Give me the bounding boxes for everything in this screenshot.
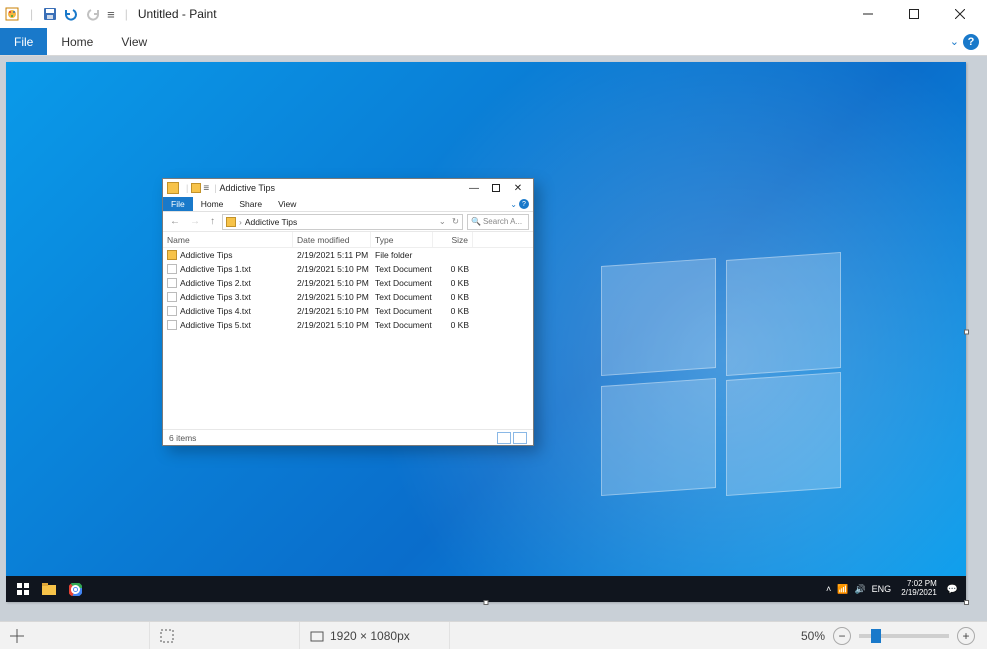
folder-icon — [191, 183, 201, 193]
tab-view[interactable]: View — [107, 28, 161, 55]
explorer-maximize-button[interactable] — [485, 180, 507, 196]
zoom-slider[interactable] — [859, 634, 949, 638]
qat-separator: | — [30, 7, 33, 21]
file-row[interactable]: Addictive Tips 3.txt2/19/2021 5:10 PMTex… — [163, 290, 533, 304]
tab-home[interactable]: Home — [47, 28, 107, 55]
cursor-position — [0, 622, 150, 649]
tray-clock[interactable]: 7:02 PM 2/19/2021 — [897, 580, 941, 598]
canvas-resize-handle[interactable] — [484, 600, 489, 605]
zoom-in-button[interactable]: + — [957, 627, 975, 645]
text-file-icon — [167, 320, 177, 330]
tray-language[interactable]: ENG — [872, 584, 892, 594]
tray-network-icon[interactable]: 📶 — [837, 584, 848, 595]
save-icon[interactable] — [43, 7, 57, 21]
paint-statusbar: 1920 × 1080px 50% − + — [0, 621, 987, 649]
zoom-level: 50% — [801, 629, 825, 643]
text-file-icon — [167, 264, 177, 274]
explorer-address-bar: ← → ↑ › Addictive Tips ⌄ ↻ 🔍 — [163, 212, 533, 232]
taskbar-chrome-icon[interactable] — [62, 576, 88, 602]
breadcrumb[interactable]: Addictive Tips — [245, 217, 297, 227]
window-title: Untitled - Paint — [138, 7, 217, 21]
paint-canvas[interactable]: | ≡ | Addictive Tips — ✕ File — [6, 62, 966, 602]
maximize-button[interactable] — [891, 0, 937, 28]
screenshot-desktop: | ≡ | Addictive Tips — ✕ File — [6, 62, 966, 602]
file-row[interactable]: Addictive Tips 2.txt2/19/2021 5:10 PMTex… — [163, 276, 533, 290]
folder-icon — [167, 182, 179, 194]
address-field[interactable]: › Addictive Tips ⌄ ↻ — [222, 214, 463, 230]
canvas-size: 1920 × 1080px — [300, 622, 450, 649]
column-name[interactable]: Name — [163, 232, 293, 247]
paint-app-icon — [4, 6, 20, 22]
file-row[interactable]: Addictive Tips 5.txt2/19/2021 5:10 PMTex… — [163, 318, 533, 332]
chevron-down-icon[interactable]: ⌄ — [510, 200, 517, 209]
text-file-icon — [167, 292, 177, 302]
explorer-tab-view[interactable]: View — [270, 197, 304, 211]
ribbon-collapse-icon[interactable]: ⌄ — [950, 35, 959, 48]
explorer-tab-file[interactable]: File — [163, 197, 193, 211]
explorer-ribbon: File Home Share View ⌄ ? — [163, 197, 533, 212]
paint-titlebar: | ≡ | Untitled - Paint — [0, 0, 987, 28]
tab-file[interactable]: File — [0, 28, 47, 55]
folder-icon — [167, 250, 177, 260]
tray-chevron-icon[interactable]: ˄ — [826, 584, 831, 594]
start-button[interactable] — [10, 576, 36, 602]
explorer-body: Addictive Tips2/19/2021 5:11 PMFile fold… — [163, 248, 533, 429]
windows-logo — [601, 262, 841, 492]
tray-notifications-icon[interactable]: 💬 — [947, 584, 958, 595]
tray-volume-icon[interactable]: 🔊 — [854, 584, 865, 595]
folder-icon — [226, 217, 236, 227]
qat-separator: | — [125, 7, 128, 21]
undo-icon[interactable] — [63, 7, 79, 21]
file-row[interactable]: Addictive Tips 1.txt2/19/2021 5:10 PMTex… — [163, 262, 533, 276]
explorer-titlebar: | ≡ | Addictive Tips — ✕ — [163, 179, 533, 197]
file-row[interactable]: Addictive Tips2/19/2021 5:11 PMFile fold… — [163, 248, 533, 262]
help-icon[interactable]: ? — [963, 34, 979, 50]
explorer-minimize-button[interactable]: — — [463, 180, 485, 196]
search-input[interactable]: 🔍 Search A... — [467, 214, 529, 230]
file-row[interactable]: Addictive Tips 4.txt2/19/2021 5:10 PMTex… — [163, 304, 533, 318]
text-file-icon — [167, 306, 177, 316]
help-icon[interactable]: ? — [519, 199, 529, 209]
explorer-tab-home[interactable]: Home — [193, 197, 232, 211]
zoom-out-button[interactable]: − — [833, 627, 851, 645]
paint-workspace: | ≡ | Addictive Tips — ✕ File — [0, 56, 987, 621]
qat-customize-icon[interactable]: ≡ — [107, 7, 115, 22]
refresh-icon[interactable]: ↻ — [452, 216, 459, 227]
column-size[interactable]: Size — [433, 232, 473, 247]
text-file-icon — [167, 278, 177, 288]
redo-icon[interactable] — [85, 7, 101, 21]
explorer-title: Addictive Tips — [220, 183, 276, 193]
selection-size — [150, 622, 300, 649]
back-button[interactable]: ← — [167, 216, 183, 227]
explorer-window: | ≡ | Addictive Tips — ✕ File — [162, 178, 534, 446]
thumbnails-view-icon[interactable] — [513, 432, 527, 444]
minimize-button[interactable] — [845, 0, 891, 28]
up-button[interactable]: ↑ — [207, 216, 218, 227]
taskbar-explorer-icon[interactable] — [36, 576, 62, 602]
forward-button[interactable]: → — [187, 216, 203, 227]
explorer-close-button[interactable]: ✕ — [507, 180, 529, 196]
paint-ribbon: File Home View ⌄ ? — [0, 28, 987, 56]
column-date[interactable]: Date modified — [293, 232, 371, 247]
explorer-columns: Name Date modified Type Size — [163, 232, 533, 248]
column-type[interactable]: Type — [371, 232, 433, 247]
details-view-icon[interactable] — [497, 432, 511, 444]
item-count: 6 items — [169, 433, 196, 443]
qat-customize-icon[interactable]: ≡ — [203, 183, 209, 194]
chevron-down-icon[interactable]: ⌄ — [439, 216, 446, 227]
close-button[interactable] — [937, 0, 983, 28]
canvas-resize-handle[interactable] — [964, 600, 969, 605]
search-icon: 🔍 — [471, 217, 481, 226]
explorer-statusbar: 6 items — [163, 429, 533, 445]
explorer-tab-share[interactable]: Share — [231, 197, 270, 211]
canvas-resize-handle[interactable] — [964, 330, 969, 335]
taskbar: ˄ 📶 🔊 ENG 7:02 PM 2/19/2021 💬 — [6, 576, 966, 602]
